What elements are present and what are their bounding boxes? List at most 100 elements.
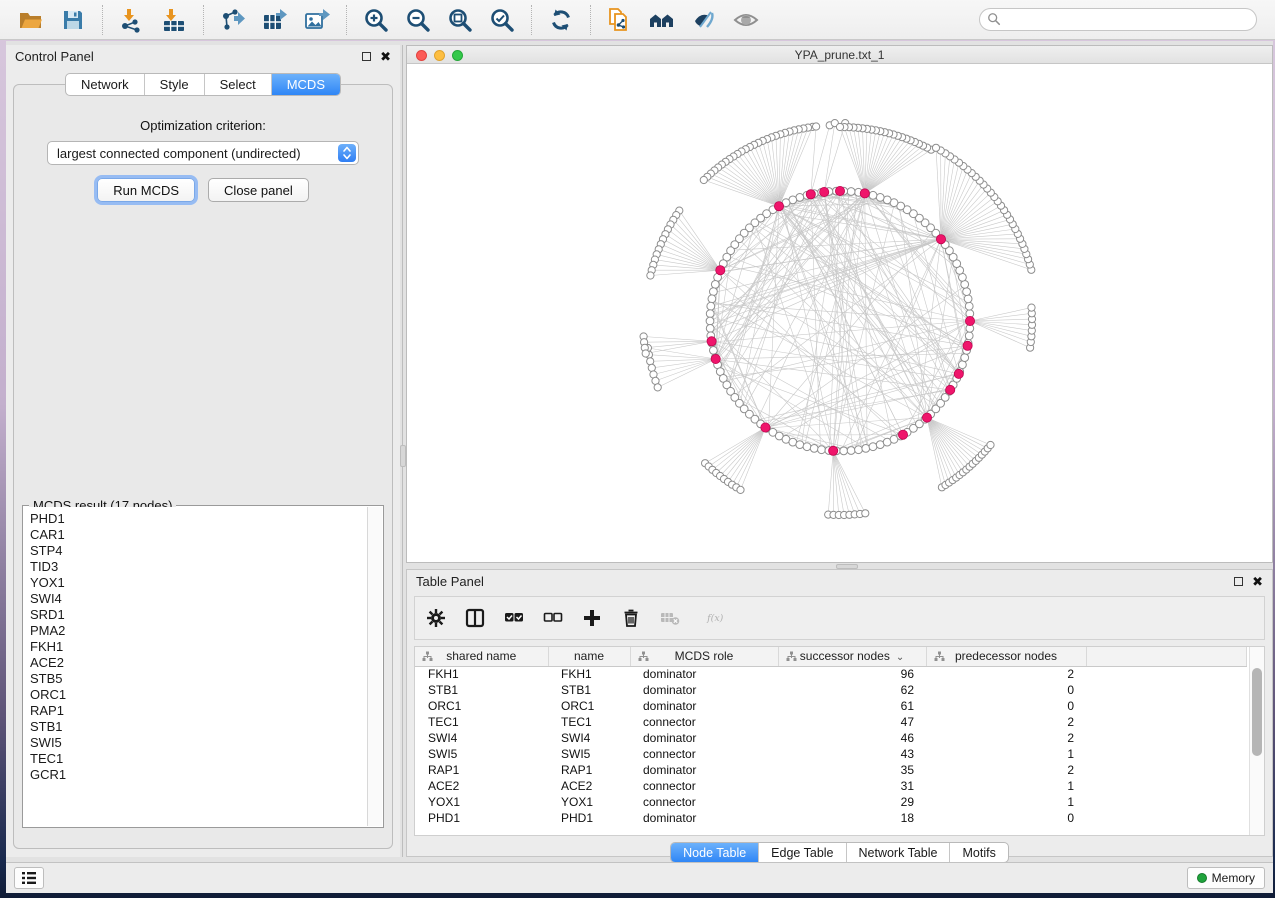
zoom-selected-icon[interactable]	[485, 3, 519, 37]
close-window-icon[interactable]	[416, 50, 427, 61]
search-input[interactable]	[979, 8, 1257, 31]
tab-network[interactable]: Network	[66, 74, 145, 95]
network-graph[interactable]	[407, 64, 1272, 562]
tab-network-table[interactable]: Network Table	[847, 843, 951, 862]
cell-mcds-role[interactable]: dominator	[630, 730, 778, 746]
cell-shared-name[interactable]: SWI5	[415, 746, 548, 762]
cell-mcds-role[interactable]: connector	[630, 794, 778, 810]
cell-successor-nodes[interactable]: 47	[778, 714, 926, 730]
cell-name[interactable]: ORC1	[548, 698, 630, 714]
optimization-criterion-select[interactable]: largest connected component (undirected)	[47, 141, 359, 165]
cell-predecessor-nodes[interactable]: 1	[926, 778, 1086, 794]
cell-successor-nodes[interactable]: 46	[778, 730, 926, 746]
table-row[interactable]: STB1STB1dominator620	[415, 682, 1247, 698]
table-row[interactable]: FKH1FKH1dominator962	[415, 666, 1247, 682]
scrollbar-thumb[interactable]	[1252, 668, 1262, 756]
cell-mcds-role[interactable]: connector	[630, 714, 778, 730]
cell-successor-nodes[interactable]: 35	[778, 762, 926, 778]
cell-shared-name[interactable]: ORC1	[415, 698, 548, 714]
graphics-details-icon[interactable]	[687, 3, 721, 37]
mcds-node-item[interactable]: SWI4	[30, 591, 367, 607]
cell-shared-name[interactable]: TEC1	[415, 714, 548, 730]
cell-predecessor-nodes[interactable]: 1	[926, 794, 1086, 810]
column-header-shared-name[interactable]: shared name	[415, 647, 548, 666]
table-scrollbar[interactable]	[1249, 647, 1264, 835]
table-row[interactable]: SWI4SWI4dominator462	[415, 730, 1247, 746]
column-header-name[interactable]: name	[548, 647, 630, 666]
cell-shared-name[interactable]: FKH1	[415, 666, 548, 682]
tab-select[interactable]: Select	[205, 74, 272, 95]
cell-predecessor-nodes[interactable]: 2	[926, 666, 1086, 682]
mcds-node-item[interactable]: TID3	[30, 559, 367, 575]
cell-successor-nodes[interactable]: 31	[778, 778, 926, 794]
cell-mcds-role[interactable]: dominator	[630, 762, 778, 778]
minimize-window-icon[interactable]	[434, 50, 445, 61]
table-row[interactable]: PHD1PHD1dominator180	[415, 810, 1247, 826]
cell-name[interactable]: RAP1	[548, 762, 630, 778]
mcds-node-item[interactable]: TEC1	[30, 751, 367, 767]
column-header-predecessor-nodes[interactable]: predecessor nodes	[926, 647, 1086, 666]
mcds-node-item[interactable]: ACE2	[30, 655, 367, 671]
save-icon[interactable]	[56, 3, 90, 37]
cell-name[interactable]: YOX1	[548, 794, 630, 810]
mcds-node-item[interactable]: ORC1	[30, 687, 367, 703]
cell-name[interactable]: FKH1	[548, 666, 630, 682]
cell-mcds-role[interactable]: dominator	[630, 666, 778, 682]
mcds-node-item[interactable]: SRD1	[30, 607, 367, 623]
cell-predecessor-nodes[interactable]: 0	[926, 810, 1086, 826]
mcds-result-list[interactable]: PHD1CAR1STP4TID3YOX1SWI4SRD1PMA2FKH1ACE2…	[24, 507, 367, 826]
tab-mcds[interactable]: MCDS	[272, 74, 340, 95]
close-panel-button[interactable]: Close panel	[208, 178, 309, 202]
cell-name[interactable]: SWI5	[548, 746, 630, 762]
mcds-node-item[interactable]: YOX1	[30, 575, 367, 591]
zoom-fit-icon[interactable]	[443, 3, 477, 37]
cell-name[interactable]: SWI4	[548, 730, 630, 746]
clone-network-icon[interactable]	[603, 3, 637, 37]
cell-successor-nodes[interactable]: 43	[778, 746, 926, 762]
mcds-node-item[interactable]: RAP1	[30, 703, 367, 719]
cell-shared-name[interactable]: SWI4	[415, 730, 548, 746]
column-header-MCDS-role[interactable]: MCDS role	[630, 647, 778, 666]
mcds-node-item[interactable]: CAR1	[30, 527, 367, 543]
float-window-icon[interactable]	[362, 52, 371, 61]
tab-motifs[interactable]: Motifs	[950, 843, 1007, 862]
cell-shared-name[interactable]: PHD1	[415, 810, 548, 826]
cell-predecessor-nodes[interactable]: 2	[926, 762, 1086, 778]
zoom-in-icon[interactable]	[359, 3, 393, 37]
close-panel-icon[interactable]: ✖	[380, 52, 391, 61]
import-network-icon[interactable]	[115, 3, 149, 37]
mcds-node-item[interactable]: STP4	[30, 543, 367, 559]
cell-name[interactable]: PHD1	[548, 810, 630, 826]
cell-successor-nodes[interactable]: 62	[778, 682, 926, 698]
cell-mcds-role[interactable]: dominator	[630, 682, 778, 698]
cell-name[interactable]: STB1	[548, 682, 630, 698]
table-row[interactable]: SWI5SWI5connector431	[415, 746, 1247, 762]
cell-shared-name[interactable]: YOX1	[415, 794, 548, 810]
network-canvas[interactable]	[407, 64, 1272, 562]
select-all-icon[interactable]	[503, 607, 525, 629]
close-panel-icon[interactable]: ✖	[1252, 577, 1263, 586]
task-history-button[interactable]	[14, 867, 44, 889]
cell-predecessor-nodes[interactable]: 2	[926, 730, 1086, 746]
cell-mcds-role[interactable]: connector	[630, 778, 778, 794]
cell-mcds-role[interactable]: dominator	[630, 698, 778, 714]
mcds-node-item[interactable]: PMA2	[30, 623, 367, 639]
cell-successor-nodes[interactable]: 61	[778, 698, 926, 714]
table-row[interactable]: TEC1TEC1connector472	[415, 714, 1247, 730]
cell-predecessor-nodes[interactable]: 0	[926, 698, 1086, 714]
open-folder-icon[interactable]	[14, 3, 48, 37]
export-image-icon[interactable]	[300, 3, 334, 37]
import-table-icon[interactable]	[157, 3, 191, 37]
cell-shared-name[interactable]: RAP1	[415, 762, 548, 778]
export-table-icon[interactable]	[258, 3, 292, 37]
add-row-plus-icon[interactable]	[581, 607, 603, 629]
float-window-icon[interactable]	[1234, 577, 1243, 586]
mcds-node-item[interactable]: PHD1	[30, 511, 367, 527]
cell-name[interactable]: ACE2	[548, 778, 630, 794]
cell-name[interactable]: TEC1	[548, 714, 630, 730]
mcds-node-item[interactable]: GCR1	[30, 767, 367, 783]
mcds-node-item[interactable]: STB1	[30, 719, 367, 735]
show-hide-icon[interactable]	[729, 3, 763, 37]
mcds-node-item[interactable]: STB5	[30, 671, 367, 687]
table-row[interactable]: YOX1YOX1connector291	[415, 794, 1247, 810]
